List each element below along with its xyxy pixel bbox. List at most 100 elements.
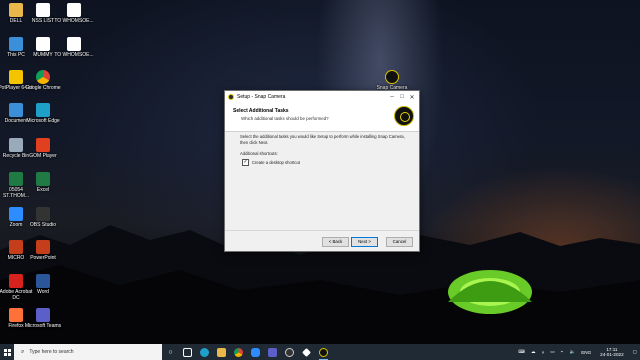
desktop-icon-label: Microsoft Teams bbox=[24, 323, 62, 329]
keyboard-icon[interactable]: ⌨ bbox=[518, 349, 525, 355]
show-hidden-icons-icon[interactable]: ˄ bbox=[542, 350, 545, 355]
wizard-body: Select the additional tasks you would li… bbox=[225, 132, 419, 227]
desktop-shortcut-checkbox[interactable]: ✓ bbox=[242, 159, 249, 166]
wizard-heading: Select Additional Tasks bbox=[233, 108, 289, 114]
wizard-header: Select Additional Tasks Which additional… bbox=[225, 103, 419, 132]
language-indicator[interactable]: ENG bbox=[581, 350, 591, 355]
recycle-bin-icon bbox=[9, 138, 23, 152]
minimize-button[interactable]: – bbox=[387, 91, 397, 103]
teams-icon bbox=[36, 308, 50, 322]
task-view-button[interactable]: ○ bbox=[162, 344, 179, 360]
taskbar-chrome-button[interactable] bbox=[230, 344, 247, 360]
start-button[interactable] bbox=[0, 344, 14, 360]
edge-icon bbox=[200, 347, 209, 357]
volume-icon[interactable]: 🔈 bbox=[569, 349, 575, 355]
desktop-icon[interactable]: Snap Camera bbox=[372, 70, 412, 91]
dialog-titlebar[interactable]: Setup - Snap Camera – □ ✕ bbox=[225, 91, 419, 103]
folder-icon bbox=[217, 347, 226, 357]
snap-camera-icon bbox=[385, 70, 399, 84]
powerpoint-icon bbox=[36, 240, 50, 254]
dialog-title: Setup - Snap Camera bbox=[237, 94, 286, 100]
cancel-button[interactable]: Cancel bbox=[386, 237, 413, 247]
maximize-button[interactable]: □ bbox=[397, 91, 407, 103]
widgets-button[interactable] bbox=[179, 344, 196, 360]
document-icon bbox=[67, 3, 81, 17]
desktop-icon[interactable]: OBS Studio bbox=[23, 207, 63, 228]
zoom-icon bbox=[9, 207, 23, 221]
notifications-icon[interactable]: ▢ bbox=[633, 349, 637, 355]
desktop-icon-label: Word bbox=[37, 289, 49, 295]
desktop-icon[interactable]: PowerPoint bbox=[23, 240, 63, 261]
next-button[interactable]: Next > bbox=[351, 237, 378, 247]
additional-shortcuts-label: Additional shortcuts: bbox=[240, 151, 278, 156]
desktop-icon-label: TO WHOMSOE... bbox=[54, 18, 94, 24]
taskbar-obs-button[interactable] bbox=[281, 344, 298, 360]
clock-date: 24-01-2022 bbox=[600, 352, 624, 357]
search-icon: ⌕ bbox=[21, 348, 25, 355]
document-icon bbox=[36, 37, 50, 51]
desktop-icon[interactable]: Microsoft Teams bbox=[23, 308, 63, 329]
taskbar-zoom-button[interactable] bbox=[247, 344, 264, 360]
onedrive-icon[interactable]: ☁ bbox=[531, 349, 536, 355]
taskbar-edge-button[interactable] bbox=[196, 344, 213, 360]
potplayer-icon bbox=[9, 70, 23, 84]
desktop-icon-label: PowerPoint bbox=[30, 255, 56, 261]
desktop-icon-label: OBS Studio bbox=[29, 222, 57, 228]
network-icon[interactable]: ⌁ bbox=[561, 349, 564, 355]
chrome-icon bbox=[234, 347, 243, 357]
obs-icon bbox=[36, 207, 50, 221]
folder-icon bbox=[9, 103, 23, 117]
firefox-icon bbox=[9, 308, 23, 322]
taskbar-unity-button[interactable] bbox=[298, 344, 315, 360]
acrobat-icon bbox=[9, 274, 23, 288]
taskbar-teams-button[interactable] bbox=[264, 344, 281, 360]
desktop-icon-label: TO WHOMSOE... bbox=[54, 52, 94, 58]
chrome-icon bbox=[36, 70, 50, 84]
teams-icon bbox=[268, 347, 277, 357]
clock[interactable]: 17:11 24-01-2022 bbox=[600, 347, 624, 358]
search-placeholder: Type here to search bbox=[29, 349, 74, 355]
battery-icon[interactable]: ▭ bbox=[550, 349, 554, 355]
excel-icon bbox=[36, 172, 50, 186]
wizard-intro-text: Select the additional tasks you would li… bbox=[240, 134, 405, 145]
setup-dialog: Setup - Snap Camera – □ ✕ Select Additio… bbox=[224, 90, 420, 252]
windows-logo-icon bbox=[3, 348, 11, 356]
desktop-icon[interactable]: TO WHOMSOE... bbox=[54, 3, 94, 24]
wizard-subheading: Which additional tasks should be perform… bbox=[241, 116, 329, 121]
snap-camera-logo-icon bbox=[394, 106, 414, 126]
system-tray: ⌨ ☁ ˄ ▭ ⌁ 🔈 ENG 17:11 24-01-2022 ▢ bbox=[515, 344, 640, 360]
unity-icon bbox=[302, 347, 311, 357]
snap-camera-icon bbox=[319, 347, 328, 357]
folder-icon bbox=[9, 3, 23, 17]
taskbar-snap-camera-button[interactable] bbox=[315, 344, 332, 360]
snap-camera-icon bbox=[228, 94, 234, 100]
obs-icon bbox=[285, 347, 294, 357]
desktop-icon[interactable]: TO WHOMSOE... bbox=[54, 37, 94, 58]
desktop-icon[interactable]: Excel bbox=[23, 172, 63, 193]
powerpoint-icon bbox=[9, 240, 23, 254]
desktop-icon-label: GOM Player bbox=[29, 153, 57, 159]
taskbar-search-box[interactable]: ⌕ Type here to search bbox=[14, 344, 162, 360]
desktop-shortcut-label: Create a desktop shortcut bbox=[252, 160, 300, 165]
desktop-icon-label: Excel bbox=[36, 187, 50, 193]
zoom-icon bbox=[251, 347, 260, 357]
excel-icon bbox=[9, 172, 23, 186]
document-icon bbox=[67, 37, 81, 51]
desktop-icon-label: Microsoft Edge bbox=[26, 118, 60, 124]
back-button[interactable]: < Back bbox=[322, 237, 349, 247]
edge-icon bbox=[36, 103, 50, 117]
gom-player-icon bbox=[36, 138, 50, 152]
desktop-icon[interactable]: GOM Player bbox=[23, 138, 63, 159]
word-icon bbox=[36, 274, 50, 288]
widgets-icon bbox=[183, 347, 192, 357]
desktop-icon[interactable]: Microsoft Edge bbox=[23, 103, 63, 124]
close-button[interactable]: ✕ bbox=[407, 91, 417, 103]
desktop-shortcut-option[interactable]: ✓ Create a desktop shortcut bbox=[242, 159, 300, 166]
desktop-icon[interactable]: Word bbox=[23, 274, 63, 295]
desktop-icon-label: Google Chrome bbox=[25, 85, 61, 91]
desktop-icon[interactable]: Google Chrome bbox=[23, 70, 63, 91]
taskbar: ⌕ Type here to search ○ ⌨ ☁ ˄ ▭ ⌁ 🔈 ENG … bbox=[0, 344, 640, 360]
taskbar-file-explorer-button[interactable] bbox=[213, 344, 230, 360]
document-icon bbox=[36, 3, 50, 17]
wizard-footer: < Back Next > Cancel bbox=[225, 230, 419, 252]
